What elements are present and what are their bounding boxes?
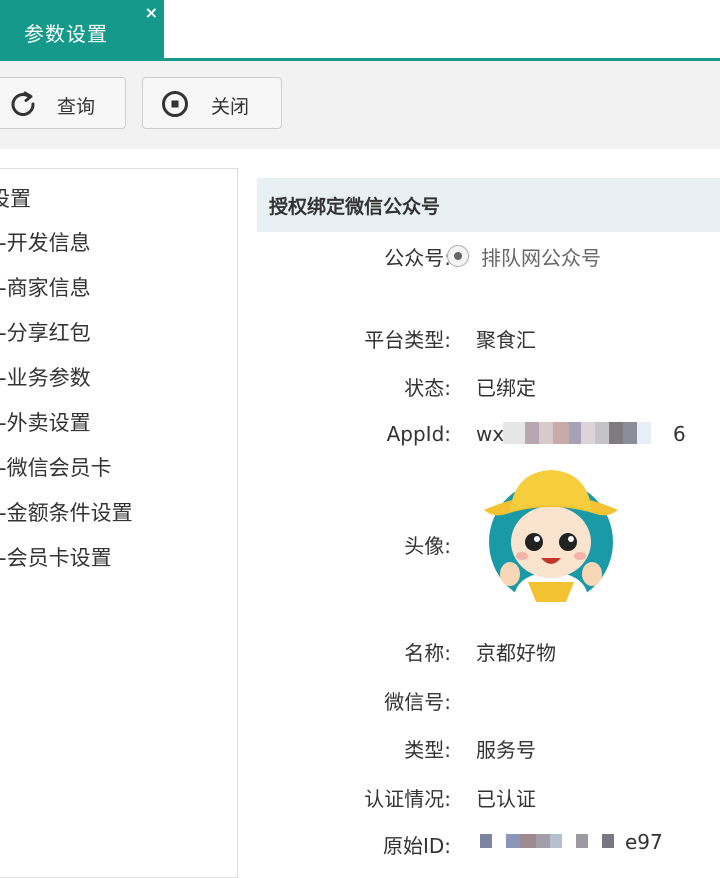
name-value: 京都好物 [476,641,556,665]
account-radio[interactable] [447,245,469,267]
close-button[interactable]: 关闭 [142,77,282,129]
appid-label: AppId: [386,422,451,446]
original-id-suffix: e97 [625,830,663,854]
avatar-label: 头像: [404,534,451,558]
account-label: 公众号: [384,246,451,270]
toolbar: 查询 关闭 [0,61,720,149]
original-id-label: 原始ID: [382,834,451,858]
panel-title: 授权绑定微信公众号 [269,196,441,218]
refresh-icon [9,90,37,122]
close-icon[interactable]: × [145,4,158,22]
wechat-id-label: 微信号: [384,690,451,714]
tree-item-business-params[interactable]: -业务参数 [0,362,91,392]
stop-circle-icon [161,90,189,122]
tab-label: 参数设置 [24,22,108,46]
original-id-redacted [480,834,614,850]
avatar [476,462,626,610]
tree-item-amount-conditions[interactable]: -金额条件设置 [0,497,133,527]
panel-header: 授权绑定微信公众号 [257,178,720,232]
account-option-label: 排队网公众号 [481,246,601,270]
tab-params-settings[interactable]: 参数设置 × [0,0,164,58]
platform-label: 平台类型: [364,328,451,352]
type-value: 服务号 [476,738,536,762]
name-label: 名称: [404,641,451,665]
tree-item-share-redpacket[interactable]: -分享红包 [0,317,91,347]
status-label: 状态: [404,376,451,400]
verify-label: 认证情况: [364,787,451,811]
platform-value: 聚食汇 [476,328,536,352]
appid-prefix: wx [476,422,505,446]
tree-item-dev-info[interactable]: -开发信息 [0,227,91,257]
type-label: 类型: [404,738,451,762]
status-value: 已绑定 [476,376,536,400]
close-button-label: 关闭 [211,96,250,118]
tree-root-label[interactable]: 设置 [0,183,31,213]
settings-tree: 设置 -开发信息 -商家信息 -分享红包 -业务参数 -外卖设置 -微信会员卡 … [0,168,238,878]
tab-bar: 参数设置 × [0,0,720,62]
appid-suffix: 6 [673,422,686,446]
query-button[interactable]: 查询 [0,77,126,129]
verify-value: 已认证 [476,787,536,811]
tree-item-merchant-info[interactable]: -商家信息 [0,272,91,302]
tree-item-wechat-member-card[interactable]: -微信会员卡 [0,452,112,482]
tree-item-member-card-settings[interactable]: -会员卡设置 [0,542,112,572]
appid-redacted [503,422,651,444]
tree-item-takeout-settings[interactable]: -外卖设置 [0,407,91,437]
query-button-label: 查询 [57,96,96,118]
